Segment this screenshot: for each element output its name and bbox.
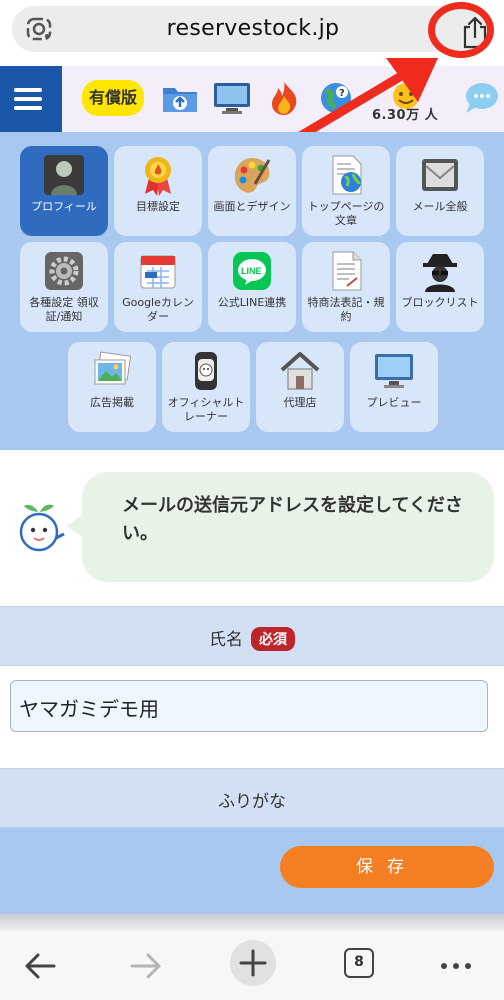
address-bar[interactable]: reservestock.jp <box>12 6 494 52</box>
tab-count-button[interactable]: 8 <box>344 948 374 978</box>
tile-commercial-law[interactable]: 特商法表記・規約 <box>302 242 390 332</box>
furigana-label: ふりがな <box>218 792 286 812</box>
tile-mail-general[interactable]: メール全般 <box>396 146 484 236</box>
tile-agency[interactable]: 代理店 <box>256 342 344 432</box>
plus-icon <box>239 949 267 977</box>
chat-bubble-icon[interactable] <box>460 80 500 116</box>
calendar-icon <box>140 255 176 289</box>
tile-preview[interactable]: プレビュー <box>350 342 438 432</box>
house-icon <box>280 352 320 390</box>
instruction-bubble: メールの送信元アドレスを設定してください。 <box>82 472 494 582</box>
svg-text:LINE: LINE <box>241 266 262 276</box>
photos-icon <box>94 351 132 385</box>
furigana-field-header: ふりがな <box>0 768 504 828</box>
profile-photo-icon <box>44 155 84 195</box>
document-globe-icon <box>332 155 362 195</box>
tile-official-trainer[interactable]: オフィシャルトレーナー <box>162 342 250 432</box>
envelope-icon <box>422 159 458 191</box>
palette-icon <box>234 158 271 193</box>
tile-line-official[interactable]: LINE 公式LINE連携 <box>208 242 296 332</box>
preview-monitor-icon <box>375 354 413 388</box>
trainer-watch-icon <box>195 352 217 390</box>
mascot-icon <box>19 504 65 552</box>
tile-various-settings[interactable]: 各種設定 領収証/通知 <box>20 242 108 332</box>
forward-arrow-icon[interactable] <box>126 946 166 986</box>
tile-google-calendar[interactable]: Googleカレンダー <box>114 242 202 332</box>
document-icon <box>332 251 362 291</box>
tile-screen-design[interactable]: 画面とデザイン <box>208 146 296 236</box>
name-field-header: 氏名 必須 <box>0 606 504 666</box>
tile-top-page-text[interactable]: トップページの文章 <box>302 146 390 236</box>
folder-upload-icon[interactable] <box>160 80 200 116</box>
settings-menu-grid: プロフィール 目標設定 画面とデザイン トップページの文章 メール全般 各種設定… <box>0 132 504 450</box>
instruction-text: メールの送信元アドレスを設定してください。 <box>122 495 463 544</box>
hamburger-menu-button[interactable] <box>0 66 62 132</box>
award-medal-icon <box>145 157 171 196</box>
gear-icon <box>45 252 83 290</box>
new-tab-button[interactable] <box>230 940 276 986</box>
name-label: 氏名 <box>209 630 243 650</box>
more-menu-icon[interactable] <box>436 946 476 986</box>
footer-divider <box>0 914 504 932</box>
url-text[interactable]: reservestock.jp <box>12 16 494 41</box>
save-area: 保存 <box>0 828 504 914</box>
save-button[interactable]: 保存 <box>280 846 494 888</box>
tile-block-list[interactable]: ブロックリスト <box>396 242 484 332</box>
paid-version-badge[interactable]: 有償版 <box>82 80 144 116</box>
tile-profile[interactable]: プロフィール <box>20 146 108 236</box>
tile-advertising[interactable]: 広告掲載 <box>68 342 156 432</box>
spy-icon <box>423 254 457 292</box>
tile-goal-setting[interactable]: 目標設定 <box>114 146 202 236</box>
required-badge: 必須 <box>251 627 295 651</box>
line-icon: LINE <box>233 252 271 290</box>
name-input[interactable]: ヤマガミデモ用 <box>10 680 488 732</box>
back-arrow-icon[interactable] <box>20 946 60 986</box>
monitor-icon[interactable] <box>212 80 252 116</box>
